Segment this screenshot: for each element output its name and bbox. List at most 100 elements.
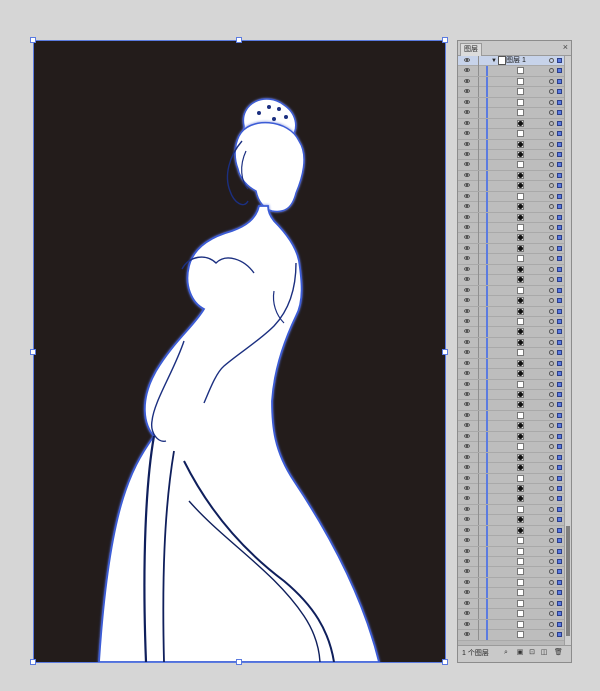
sublayer-row[interactable] <box>458 431 564 443</box>
lock-column[interactable] <box>478 473 479 484</box>
eye-icon[interactable] <box>464 162 470 167</box>
target-icon[interactable] <box>549 392 554 397</box>
selection-indicator-icon[interactable] <box>557 475 562 481</box>
lock-column[interactable] <box>478 66 479 77</box>
selection-indicator-icon[interactable] <box>557 600 562 606</box>
eye-icon[interactable] <box>464 371 470 376</box>
lock-column[interactable] <box>478 515 479 526</box>
lock-column[interactable] <box>478 421 479 432</box>
eye-icon[interactable] <box>464 256 470 261</box>
eye-icon[interactable] <box>464 360 470 365</box>
sublayer-row[interactable] <box>458 87 564 98</box>
sublayer-row[interactable] <box>458 463 564 474</box>
target-icon[interactable] <box>549 193 554 199</box>
eye-icon[interactable] <box>464 632 470 637</box>
eye-icon[interactable] <box>464 99 470 104</box>
eye-icon[interactable] <box>464 548 470 553</box>
selection-indicator-icon[interactable] <box>557 517 562 523</box>
target-icon[interactable] <box>549 538 554 544</box>
eye-icon[interactable] <box>464 120 470 125</box>
eye-icon[interactable] <box>464 131 470 136</box>
sublayer-row[interactable] <box>458 421 564 432</box>
target-icon[interactable] <box>549 99 554 105</box>
selection-indicator-icon[interactable] <box>557 392 562 397</box>
target-icon[interactable] <box>549 214 554 220</box>
target-icon[interactable] <box>549 245 554 251</box>
selection-indicator-icon[interactable] <box>557 99 562 105</box>
lock-column[interactable] <box>478 87 479 98</box>
selection-indicator-icon[interactable] <box>557 412 562 418</box>
lock-column[interactable] <box>478 588 479 599</box>
lock-column[interactable] <box>478 149 479 160</box>
sublayer-row[interactable] <box>458 337 564 349</box>
eye-icon[interactable] <box>464 78 470 83</box>
selection-indicator-icon[interactable] <box>557 527 562 533</box>
lock-column[interactable] <box>478 243 479 254</box>
selection-indicator-icon[interactable] <box>557 235 562 241</box>
target-icon[interactable] <box>549 225 554 230</box>
delete-icon[interactable]: 🗑 <box>554 649 563 657</box>
eye-icon[interactable] <box>464 579 470 584</box>
sublayer-row[interactable] <box>458 494 564 505</box>
lock-column[interactable] <box>478 577 479 588</box>
eye-icon[interactable] <box>464 172 470 177</box>
selection-indicator-icon[interactable] <box>557 350 562 356</box>
lock-column[interactable] <box>478 296 479 307</box>
target-icon[interactable] <box>549 78 554 84</box>
lock-column[interactable] <box>478 264 479 275</box>
selection-handle-ml[interactable] <box>30 349 36 355</box>
target-icon[interactable] <box>549 339 554 345</box>
selection-handle-tr[interactable] <box>442 37 448 43</box>
sublayer-row[interactable] <box>458 588 564 599</box>
eye-icon[interactable] <box>464 454 470 459</box>
lock-column[interactable] <box>478 567 479 578</box>
sublayer-row[interactable] <box>458 139 564 150</box>
lock-column[interactable] <box>478 452 479 463</box>
selection-indicator-icon[interactable] <box>557 277 562 283</box>
eye-icon[interactable] <box>464 496 470 501</box>
target-icon[interactable] <box>549 183 554 189</box>
sublayer-row[interactable] <box>458 546 564 557</box>
lock-column[interactable] <box>478 181 479 192</box>
layers-scrollbar[interactable] <box>564 56 571 646</box>
lock-column[interactable] <box>478 609 479 620</box>
eye-icon[interactable] <box>464 298 470 303</box>
eye-icon[interactable] <box>464 110 470 115</box>
eye-icon[interactable] <box>464 204 470 209</box>
sublayer-row[interactable] <box>458 118 564 130</box>
selection-indicator-icon[interactable] <box>557 559 562 564</box>
lock-column[interactable] <box>478 536 479 547</box>
target-icon[interactable] <box>549 548 554 554</box>
eye-icon[interactable] <box>464 611 470 616</box>
selection-handle-mr[interactable] <box>442 349 448 355</box>
sublayer-row[interactable] <box>458 306 564 317</box>
sublayer-row[interactable] <box>458 630 564 641</box>
selection-indicator-icon[interactable] <box>557 621 562 627</box>
sublayer-row[interactable] <box>458 379 564 390</box>
lock-column[interactable] <box>478 619 479 630</box>
sublayer-row[interactable] <box>458 275 564 286</box>
selection-indicator-icon[interactable] <box>557 110 562 116</box>
lock-column[interactable] <box>478 170 479 181</box>
lock-column[interactable] <box>478 56 479 66</box>
sublayer-row[interactable] <box>458 316 564 328</box>
selection-indicator-icon[interactable] <box>557 360 562 366</box>
eye-icon[interactable] <box>464 245 470 250</box>
target-icon[interactable] <box>549 381 554 387</box>
lock-column[interactable] <box>478 76 479 87</box>
selection-indicator-icon[interactable] <box>557 298 562 304</box>
eye-icon[interactable] <box>464 590 470 595</box>
sublayer-row[interactable] <box>458 473 564 484</box>
eye-icon[interactable] <box>464 151 470 156</box>
sublayer-row[interactable] <box>458 191 564 203</box>
lock-column[interactable] <box>478 306 479 317</box>
target-icon[interactable] <box>549 89 554 95</box>
sublayer-row[interactable] <box>458 223 564 234</box>
lock-column[interactable] <box>478 431 479 442</box>
target-icon[interactable] <box>549 141 554 147</box>
sublayer-row[interactable] <box>458 160 564 171</box>
lock-column[interactable] <box>478 202 479 213</box>
selection-handle-tl[interactable] <box>30 37 36 43</box>
sublayer-row[interactable] <box>458 285 564 297</box>
target-icon[interactable] <box>549 266 554 272</box>
